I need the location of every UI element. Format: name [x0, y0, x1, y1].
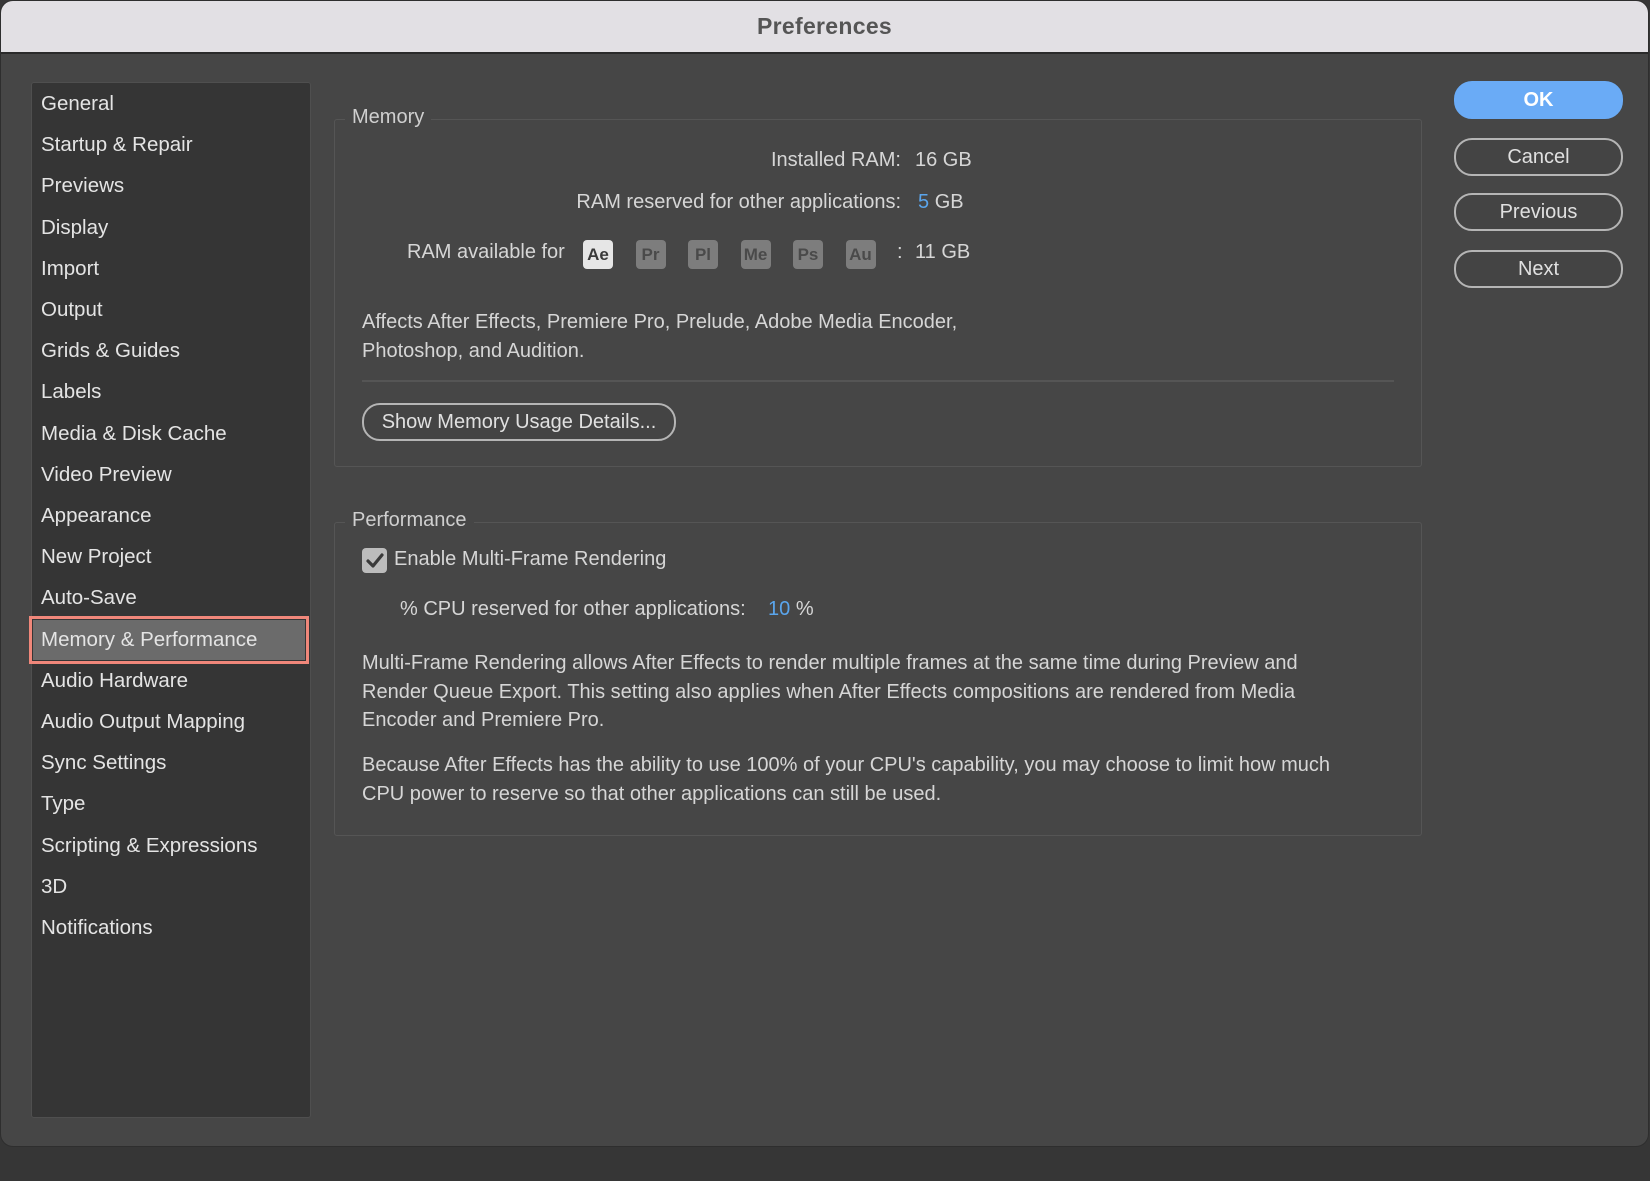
- ram-reserved-unit: GB: [934, 191, 964, 213]
- previous-button[interactable]: Previous: [1454, 193, 1623, 231]
- app-badge-au[interactable]: Au: [845, 240, 876, 269]
- sidebar-item-new-project[interactable]: New Project: [41, 537, 152, 577]
- performance-group-title: Performance: [345, 509, 474, 532]
- multi-frame-rendering-description: Multi-Frame Rendering allows After Effec…: [362, 652, 1298, 731]
- sidebar-item-sync-settings[interactable]: Sync Settings: [41, 743, 166, 783]
- sidebar-item-previews[interactable]: Previews: [41, 166, 124, 206]
- app-badge-pr[interactable]: Pr: [635, 240, 666, 269]
- cancel-button[interactable]: Cancel: [1454, 138, 1623, 176]
- checkmark-icon: [365, 552, 384, 568]
- memory-separator: [362, 380, 1394, 382]
- cpu-reserved-value[interactable]: 10: [768, 598, 790, 620]
- preferences-window: Preferences General Startup & Repair Previ…: [1, 1, 1648, 1146]
- app-badge-pl[interactable]: Pl: [688, 240, 718, 269]
- sidebar-item-media-and-disk-cache[interactable]: Media & Disk Cache: [41, 414, 227, 454]
- show-memory-usage-button[interactable]: Show Memory Usage Details...: [362, 403, 676, 441]
- sidebar-item-general[interactable]: General: [41, 84, 114, 124]
- preferences-sidebar: General Startup & Repair Previews Display Im…: [29, 82, 311, 1118]
- sidebar-item-import[interactable]: Import: [41, 249, 99, 289]
- sidebar-item-type[interactable]: Type: [41, 784, 85, 824]
- sidebar-item-labels[interactable]: Labels: [41, 372, 101, 412]
- sidebar-item-appearance[interactable]: Appearance: [41, 496, 152, 536]
- ok-button[interactable]: OK: [1454, 81, 1623, 119]
- multi-frame-rendering-checkbox[interactable]: [362, 548, 387, 573]
- app-badge-me[interactable]: Me: [740, 240, 771, 269]
- sidebar-item-startup-and-repair[interactable]: Startup & Repair: [41, 125, 193, 165]
- installed-ram-value: 16 GB: [915, 149, 972, 171]
- sidebar-item-video-preview[interactable]: Video Preview: [41, 455, 172, 495]
- ram-available-value: 11 GB: [915, 241, 971, 263]
- window-title: Preferences: [757, 13, 892, 39]
- multi-frame-rendering-label[interactable]: Enable Multi-Frame Rendering: [394, 548, 666, 571]
- ram-available-label: RAM available for: [407, 241, 565, 263]
- sidebar-item-display[interactable]: Display: [41, 208, 108, 248]
- cpu-limit-description: Because After Effects has the ability to…: [362, 754, 1330, 805]
- ram-reserved-value[interactable]: 5: [918, 191, 929, 213]
- memory-affects-text: Affects After Effects, Premiere Pro, Pre…: [362, 311, 958, 362]
- sidebar-item-scripting-and-expressions[interactable]: Scripting & Expressions: [41, 826, 257, 866]
- sidebar-item-output[interactable]: Output: [41, 290, 103, 330]
- ram-reserved-label: RAM reserved for other applications:: [576, 191, 901, 213]
- next-button[interactable]: Next: [1454, 250, 1623, 288]
- sidebar-item-auto-save[interactable]: Auto-Save: [41, 578, 137, 618]
- memory-group: Memory Installed RAM: 16 GB RAM reserved…: [334, 106, 1422, 467]
- cpu-reserved-label: % CPU reserved for other applications:: [400, 598, 746, 620]
- sidebar-item-audio-output-mapping[interactable]: Audio Output Mapping: [41, 702, 245, 742]
- sidebar-item-audio-hardware[interactable]: Audio Hardware: [41, 661, 188, 701]
- sidebar-item-3d[interactable]: 3D: [41, 867, 67, 907]
- cpu-reserved-unit: %: [795, 598, 814, 620]
- memory-group-title: Memory: [345, 106, 432, 129]
- sidebar-item-memory-and-performance[interactable]: Memory & Performance: [29, 615, 309, 664]
- installed-ram-label: Installed RAM:: [770, 149, 901, 171]
- app-badge-ps[interactable]: Ps: [793, 240, 823, 269]
- title-bar: Preferences: [1, 1, 1648, 54]
- sidebar-item-notifications[interactable]: Notifications: [41, 908, 153, 948]
- cpu-reserved-field[interactable]: 10 %: [768, 598, 814, 621]
- ram-reserved-field[interactable]: 5 GB: [918, 191, 964, 214]
- app-badge-ae[interactable]: Ae: [583, 240, 613, 269]
- ram-available-separator: :: [897, 241, 903, 263]
- performance-group: Performance Enable Multi-Frame Rendering…: [334, 509, 1422, 836]
- sidebar-item-grids-and-guides[interactable]: Grids & Guides: [41, 331, 180, 371]
